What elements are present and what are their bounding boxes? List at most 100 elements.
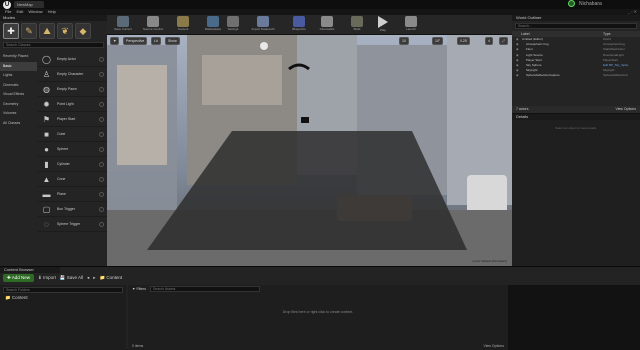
place-mode-icon[interactable]: ✚ [3,23,19,39]
forward-arrow-icon[interactable]: ▸ [93,275,95,281]
save-current-icon [117,16,129,27]
play-button[interactable]: Play [369,16,397,34]
level-viewport[interactable]: ▼ Perspective Lit Show 10 10° 0.25 4 ⤢ Level: De… [107,35,512,266]
actor-count: 7 actors [516,107,529,111]
content-button[interactable]: Content [169,16,197,34]
cone-icon: ▲ [42,174,51,184]
import-datasmith-button[interactable]: Import Datasmith [249,16,277,34]
outliner-row[interactable]: ◉ SphereReflectionCapture SphereReflection… [512,73,640,78]
save-current-button[interactable]: Save Current [109,16,137,34]
level-tab[interactable]: NewMap [14,1,44,8]
maximize-viewport-icon[interactable]: ⤢ [499,37,508,45]
settings-icon [227,16,239,27]
help-icon[interactable] [99,56,104,62]
search-assets-input[interactable]: Search Assets [149,286,260,292]
angle-snap-button[interactable]: 10° [432,37,444,45]
placeable-item[interactable]: ● Sphere [38,142,107,157]
help-icon[interactable] [99,71,104,77]
asset-view-options[interactable]: View Options [483,344,504,348]
menu-window[interactable]: Window [28,9,42,14]
help-icon[interactable] [99,86,104,92]
unreal-logo-icon[interactable]: U [3,1,11,9]
help-icon[interactable] [99,131,104,137]
folder-item[interactable]: 📁 Content [5,295,126,301]
help-icon[interactable] [99,206,104,212]
category-recently-placed[interactable]: Recently Placed [0,52,37,62]
placeable-item[interactable]: ◯ Empty Actor [38,52,107,67]
scale-snap-button[interactable]: 0.25 [457,37,470,45]
toolbar-button-label: Content [177,27,189,31]
placeable-item[interactable]: ▲ Cone [38,172,107,187]
placeable-item[interactable]: ▢ Box Trigger [38,202,107,217]
source-control-button[interactable]: Source Control [139,16,167,34]
show-button[interactable]: Show [165,37,180,45]
main-toolbar: Save Current Source Control Content Marketp… [107,15,512,35]
placeable-item[interactable]: ⚑ Player Start [38,112,107,127]
user-name: Nichabara [579,1,602,7]
category-visual-effects[interactable]: Visual Effects [0,90,37,100]
help-icon[interactable] [99,176,104,182]
landscape-mode-icon[interactable]: ⛰ [39,23,55,39]
category-all-classes[interactable]: All Classes [0,119,37,129]
menu-file[interactable]: File [5,9,11,14]
paint-mode-icon[interactable]: ✎ [21,23,37,39]
foliage-mode-icon[interactable]: ❦ [57,23,73,39]
filters-label: Filters [136,287,146,291]
grid-snap-button[interactable]: 10 [399,37,409,45]
help-icon[interactable] [99,146,104,152]
category-basic[interactable]: Basic [0,61,37,71]
placeable-item[interactable]: ▮ Cylinder [38,157,107,172]
outliner-view-options[interactable]: View Options [615,106,636,113]
settings-button[interactable]: Settings [219,16,247,34]
save-all-button[interactable]: 💾 Save All [60,275,83,281]
search-folders-input[interactable]: Search Folders [3,287,123,293]
asset-view-empty-text: Drop files here or right click to create… [282,310,354,314]
placeable-item[interactable]: ▬ Plane [38,187,107,202]
empty-pawn-icon: ◍ [43,84,50,94]
menu-edit[interactable]: Edit [16,9,23,14]
lit-button[interactable]: Lit [151,37,161,45]
geometry-mode-icon[interactable]: ◆ [75,23,91,39]
help-icon[interactable] [99,191,104,197]
back-arrow-icon[interactable]: ◂ [87,275,89,281]
help-icon[interactable] [99,161,104,167]
blueprints-button[interactable]: Blueprints [285,16,313,34]
help-icon[interactable] [99,221,104,227]
build-button[interactable]: Build [343,16,371,34]
toolbar-button-label: Cinematics [319,27,335,31]
import-button[interactable]: ⬇ Import [38,275,56,281]
placeable-item[interactable]: ♙ Empty Character [38,67,107,82]
placeable-item-label: Player Start [57,117,76,121]
user-badge[interactable]: Nichabara [568,0,640,9]
import-label: Import [43,275,56,280]
cinematics-button[interactable]: Cinematics [313,16,341,34]
path-breadcrumb[interactable]: 📁 Content [100,275,123,281]
content-browser-toolbar: ✚ Add New ⬇ Import 💾 Save All ◂ ▸ 📁 Cont… [0,273,640,283]
placeable-item[interactable]: ◍ Empty Pawn [38,82,107,97]
outliner-search-input[interactable]: Search... [515,23,637,29]
category-cinematic[interactable]: Cinematic [0,81,37,91]
player-start-icon[interactable] [301,117,309,123]
filters-button[interactable]: ▼ Filters [132,287,146,291]
placeable-item[interactable]: ◌ Sphere Trigger [38,217,107,232]
source-control-icon [147,16,159,27]
camera-speed-button[interactable]: 4 [485,37,493,45]
category-geometry[interactable]: Geometry [0,100,37,110]
perspective-button[interactable]: Perspective [123,37,148,45]
asset-view[interactable]: ▼ Filters Search Assets Drop files here … [128,285,508,350]
menu-help[interactable]: Help [48,9,56,14]
folder-icon: 📁 [5,295,12,300]
help-icon[interactable] [99,101,104,107]
search-classes-input[interactable]: Search Classes [3,42,104,48]
help-icon[interactable] [99,116,104,122]
box-trigger-icon: ▢ [42,204,51,214]
placeable-item[interactable]: ■ Cube [38,127,107,142]
content-browser-side-area [508,285,640,350]
placeable-item[interactable]: ✹ Point Light [38,97,107,112]
category-volumes[interactable]: Volumes [0,109,37,119]
add-new-button[interactable]: ✚ Add New [3,274,35,282]
viewport-menu-button[interactable]: ▼ [110,37,120,45]
placeable-item-label: Box Trigger [57,207,75,211]
category-lights[interactable]: Lights [0,71,37,81]
launch-button[interactable]: Launch [397,16,425,34]
